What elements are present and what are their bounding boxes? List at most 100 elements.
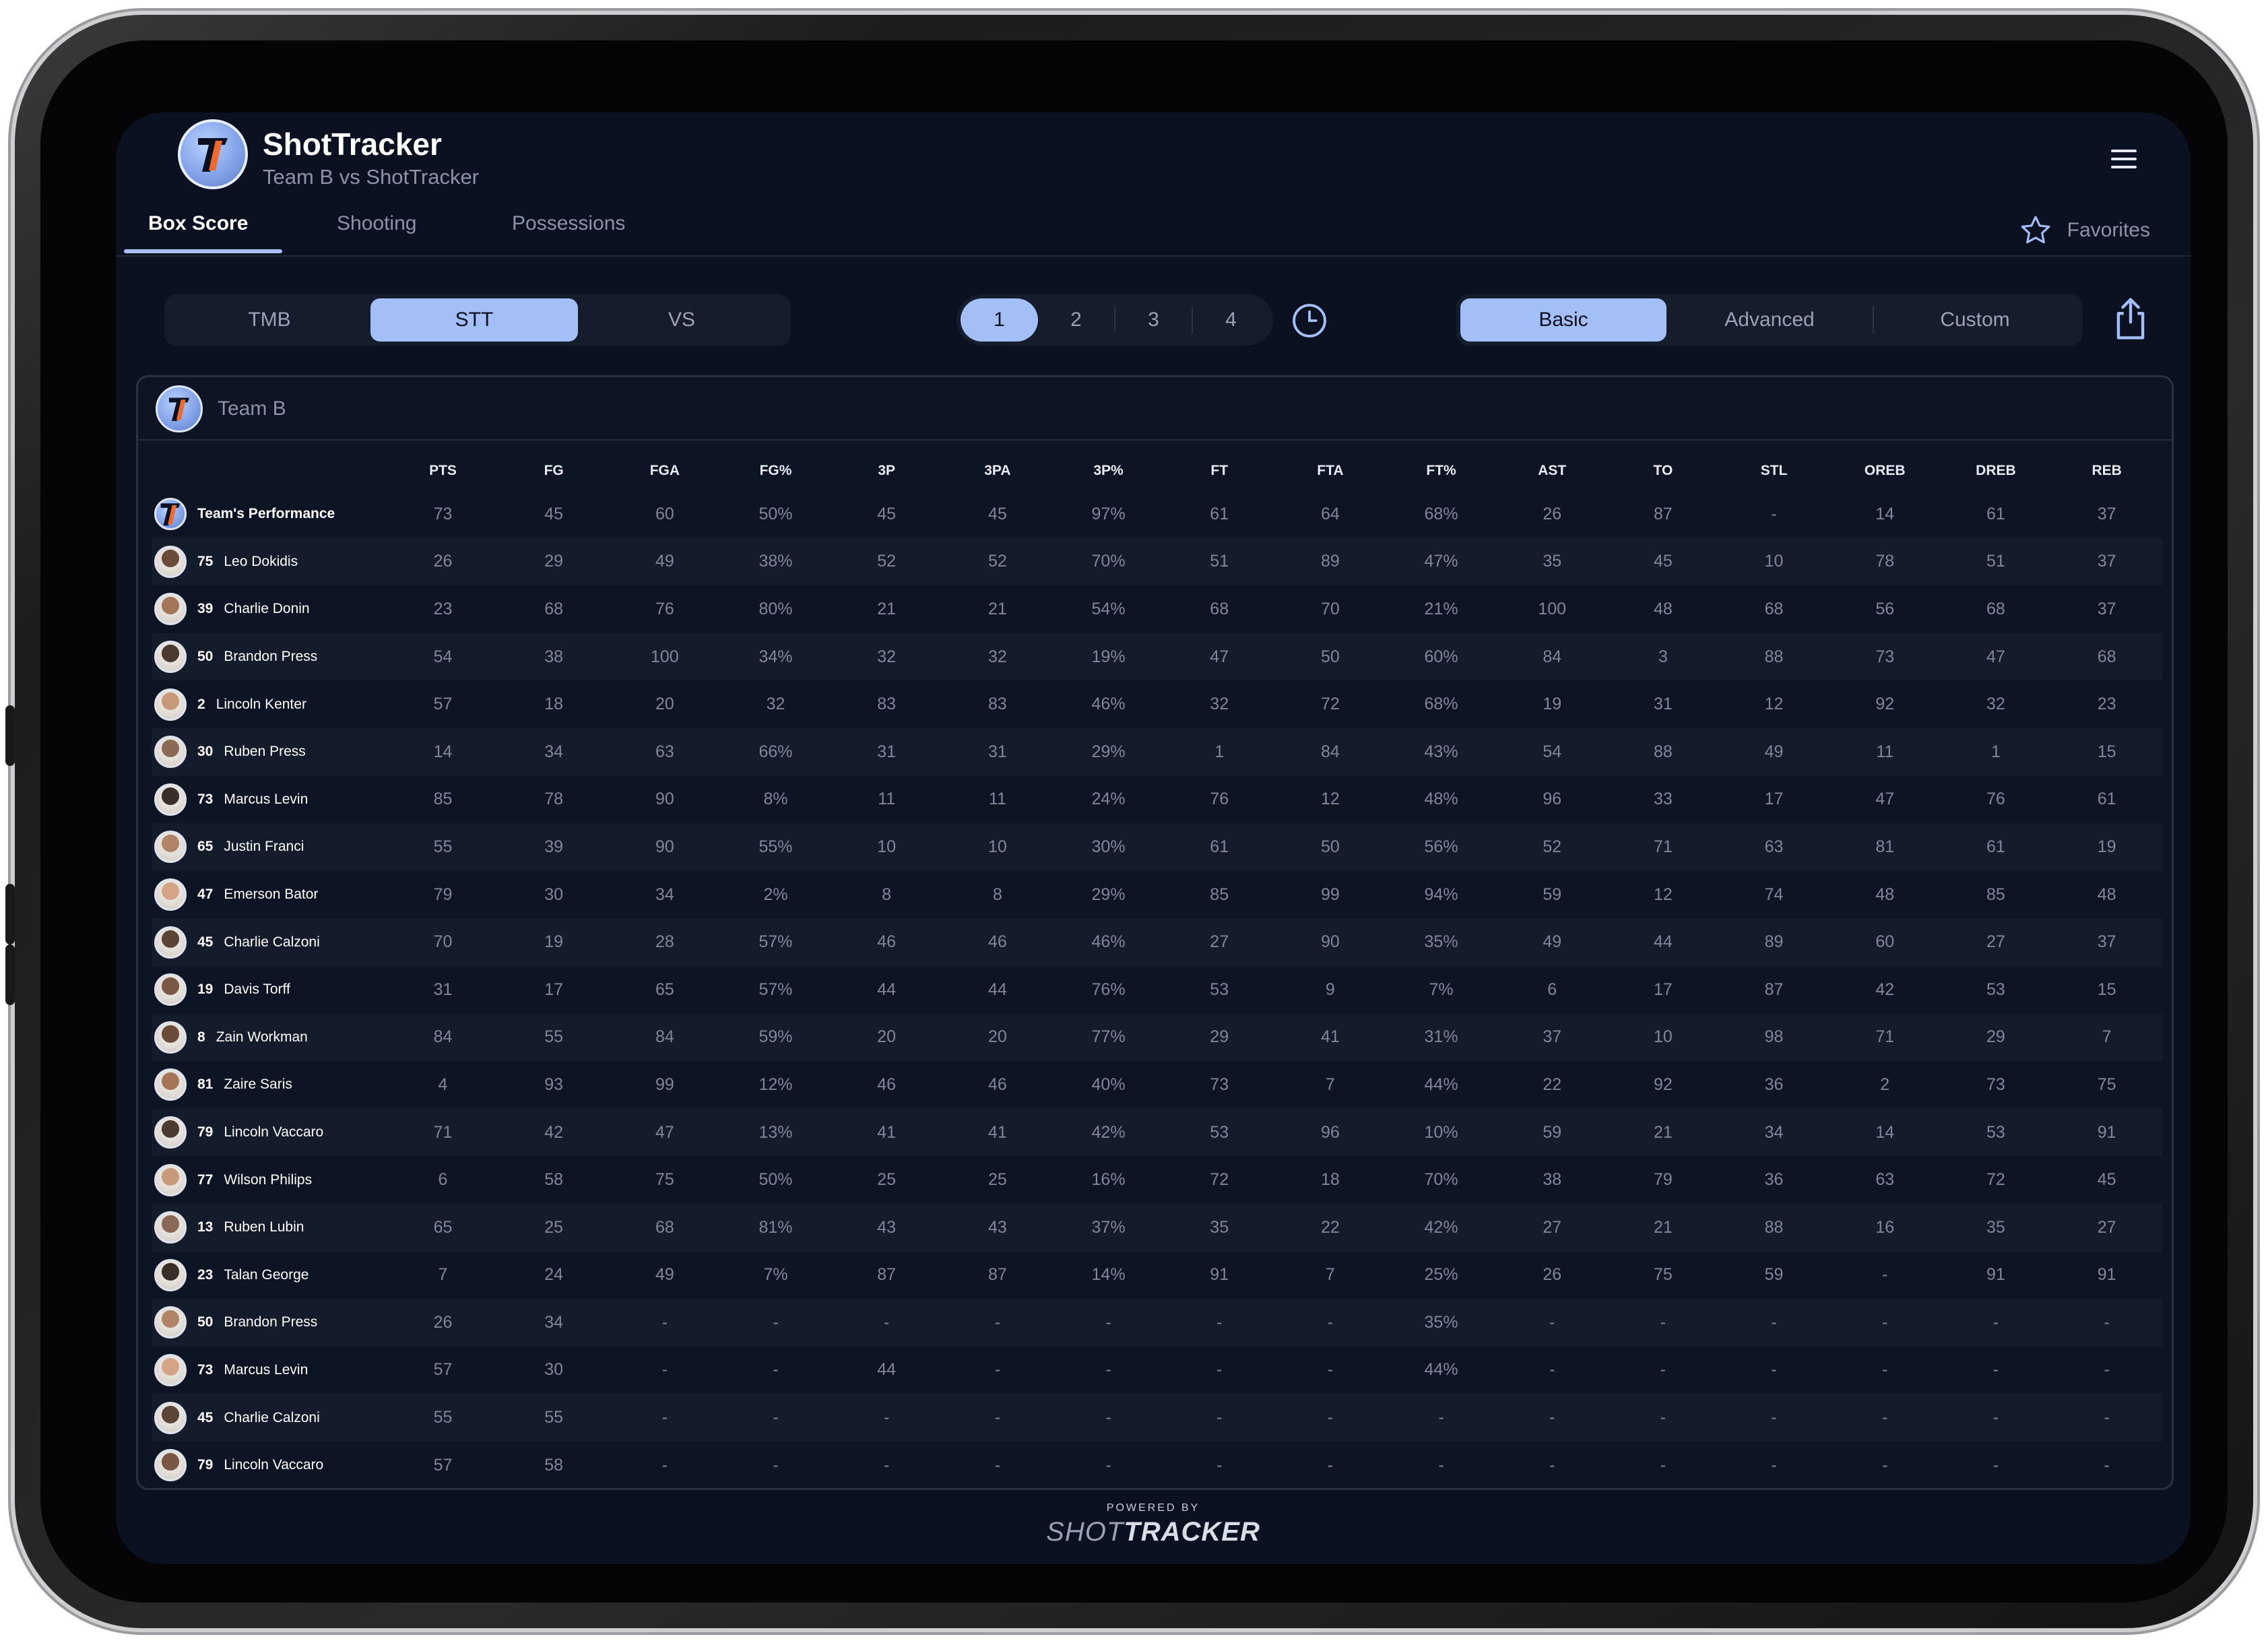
player-name: Wilson Philips xyxy=(224,1171,313,1188)
stat-cell: 43% xyxy=(1386,728,1497,776)
player-name: Leo Dokidis xyxy=(224,553,298,569)
player-row[interactable]: 19 Davis Torff 31 17 65 57% 44 44 76% 53 9 7% 6 17 87 4… xyxy=(152,966,2162,1014)
stat-cell: 30% xyxy=(1053,823,1164,871)
stat-cell: 68 xyxy=(1210,599,1229,618)
player-cell: 8 Zain Workman xyxy=(152,1013,388,1062)
app-screen: ShotTracker Team B vs ShotTracker Box Sc… xyxy=(116,112,2191,1564)
player-row[interactable]: 81 Zaire Saris 4 93 99 12% 46 46 40% 73 7 44% 22 92 36… xyxy=(152,1061,2162,1109)
player-avatar xyxy=(154,1306,187,1339)
stat-cell: - xyxy=(2051,1394,2162,1442)
player-avatar xyxy=(154,926,187,959)
player-row[interactable]: 50 Brandon Press 26 34- - - - - - -35% - - - - - - xyxy=(152,1299,2162,1347)
stat-cell: 46% xyxy=(1091,695,1126,714)
stat-cell: 90 xyxy=(1274,918,1386,966)
stat-cell: 45 xyxy=(1607,538,1719,586)
menu-icon[interactable] xyxy=(2111,150,2137,168)
stat-cell: - xyxy=(1496,1394,1608,1442)
player-row[interactable]: 13 Ruben Lubin 65 25 68 81% 43 43 37% 35 22 42% 27 21… xyxy=(152,1203,2162,1252)
view-mode-advanced[interactable]: Advanced xyxy=(1666,298,1873,342)
stat-cell: 20 xyxy=(942,1013,1054,1062)
period-option-1[interactable]: 1 xyxy=(961,298,1038,342)
player-row[interactable]: 75 Leo Dokidis 26 29 49 38% 52 52 70% 51 89 47% 35 45… xyxy=(152,538,2162,586)
player-row[interactable]: 65 Justin Franci 55 39 90 55% 10 10 30% 61 50 56% 52… xyxy=(152,823,2162,871)
stat-cell: 12 xyxy=(1653,884,1673,904)
footer-brand-logo: SHOTTRACKER xyxy=(116,1517,2191,1547)
stat-cell: - xyxy=(942,1299,1054,1347)
player-row[interactable]: 73 Marcus Levin 57 30 - - 44 - - - - 44% - - - - - - xyxy=(152,1347,2162,1394)
clock-icon[interactable] xyxy=(1290,301,1329,344)
period-option-3[interactable]: 3 xyxy=(1115,298,1192,342)
stat-cell: 81% xyxy=(720,1203,831,1252)
player-row[interactable]: 23 Talan George 7 24 49 7% 87 87 14% 91 7 25% 26 75 59… xyxy=(152,1252,2162,1299)
player-row[interactable]: 47 Emerson Bator 79 30 34 2% 8 8 29% 85 99 94% 59 12 7… xyxy=(152,871,2162,919)
player-row[interactable]: 73 Marcus Levin 85 78 90 8% 11 11 24% 76 12 48% 96 33… xyxy=(152,776,2162,824)
stat-cell: 11 xyxy=(988,790,1006,809)
player-row[interactable]: 39 Charlie Donin 23 68 76 80% 21 21 54% 68 70 21% 10… xyxy=(152,585,2162,633)
view-mode-basic[interactable]: Basic xyxy=(1460,298,1666,342)
player-name: Marcus Levin xyxy=(224,791,309,807)
player-row[interactable]: 50 Brandon Press 54 38 100 34% 32 32 19% 47 50 60% 8… xyxy=(152,633,2162,681)
stat-cell: 72 xyxy=(1210,1170,1229,1190)
stat-cell: 24% xyxy=(1091,790,1126,809)
stat-cell: 29 xyxy=(1940,1013,2052,1062)
player-row[interactable]: 79 Lincoln Vaccaro 57 58 - - - - - - - - - - - - - - xyxy=(152,1442,2162,1489)
stat-cell: 23 xyxy=(2097,695,2116,714)
stat-cell: 32 xyxy=(1210,695,1229,714)
stat-cell: 47 xyxy=(1875,790,1895,809)
player-row[interactable]: 79 Lincoln Vaccaro 71 42 47 13% 41 41 42% 53 96 10%… xyxy=(152,1108,2162,1157)
stat-cell: 70 xyxy=(1320,599,1340,618)
column-header: FT% xyxy=(1426,463,1456,478)
stat-cell: 63 xyxy=(1875,1170,1895,1190)
player-row[interactable]: 45 Charlie Calzoni 55 55- - - - - - - - - - - - - - xyxy=(152,1394,2162,1442)
stat-cell: 55 xyxy=(387,823,498,871)
stat-cell: 96 xyxy=(1543,790,1562,809)
stat-cell: - xyxy=(773,1455,779,1475)
stat-cell: - xyxy=(1660,1360,1666,1380)
player-row[interactable]: 45 Charlie Calzoni 70 19 28 57% 46 46 46% 27 90 35%… xyxy=(152,918,2162,966)
team-option-stt[interactable]: STT xyxy=(370,298,578,342)
stat-cell: 54% xyxy=(1091,599,1126,618)
stat-cell: 44 xyxy=(877,979,897,999)
player-row[interactable]: 77 Wilson Philips 6 58 75 50% 25 25 16% 72 18 70% 38… xyxy=(152,1156,2162,1204)
player-row[interactable]: 8 Zain Workman 84 55 84 59% 20 20 77% 29 41 31% 37 10… xyxy=(152,1013,2162,1062)
team-performance-row[interactable]: Team's Performance 73 45 60 50% 45 45 97% 61 64 68… xyxy=(152,490,2162,538)
view-mode-custom[interactable]: Custom xyxy=(1874,298,2076,342)
team-option-vs[interactable]: VS xyxy=(578,298,785,342)
player-name: Emerson Bator xyxy=(224,887,319,903)
team-option-tmb[interactable]: TMB xyxy=(168,298,370,342)
stat-cell: 1 xyxy=(1940,728,2052,776)
stat-cell: 12 xyxy=(1764,695,1784,714)
jersey-number: 45 xyxy=(197,934,214,950)
player-row[interactable]: 30 Ruben Press 14 34 63 66% 31 31 29% 1 84 43% 54 88 4… xyxy=(152,728,2162,776)
period-option-4[interactable]: 4 xyxy=(1193,298,1269,342)
period-option-2[interactable]: 2 xyxy=(1038,298,1114,342)
stat-cell: 78 xyxy=(1829,538,1941,586)
stat-cell: 10 xyxy=(942,823,1054,871)
stat-cell: 68 xyxy=(1764,599,1784,618)
stat-cell: 21 xyxy=(877,599,897,618)
tab-box-score[interactable]: Box Score xyxy=(148,212,248,247)
stat-cell: 25% xyxy=(1424,1265,1458,1285)
stat-cell: 50% xyxy=(758,1170,793,1190)
app-title: ShotTracker xyxy=(263,127,442,162)
stat-cell: 30 xyxy=(544,884,564,904)
stat-cell: - xyxy=(720,1299,831,1347)
stat-cell: 34 xyxy=(498,1299,610,1347)
stat-cell: 41 xyxy=(942,1108,1054,1157)
stat-cell: 16 xyxy=(1829,1203,1941,1252)
favorites-button[interactable]: Favorites xyxy=(2019,214,2150,247)
stat-cell: 38 xyxy=(1543,1170,1562,1190)
stat-cell: 70% xyxy=(1053,538,1164,586)
player-name: Lincoln Vaccaro xyxy=(224,1457,324,1473)
player-row[interactable]: 2 Lincoln Kenter 57 18 20 32 83 83 46% 32 72 68% 19 3… xyxy=(152,680,2162,728)
jersey-number: 23 xyxy=(197,1266,214,1283)
stat-cell: 31 xyxy=(942,728,1054,776)
stat-cell: 78 xyxy=(544,790,564,809)
share-icon[interactable] xyxy=(2110,296,2151,345)
stat-cell: - xyxy=(1163,1394,1275,1442)
stat-cell: 92 xyxy=(1875,695,1895,714)
tab-shooting[interactable]: Shooting xyxy=(337,212,416,247)
stat-cell: - xyxy=(1217,1360,1223,1380)
tab-possessions[interactable]: Possessions xyxy=(512,212,625,247)
stat-cell: 71 xyxy=(1607,823,1719,871)
